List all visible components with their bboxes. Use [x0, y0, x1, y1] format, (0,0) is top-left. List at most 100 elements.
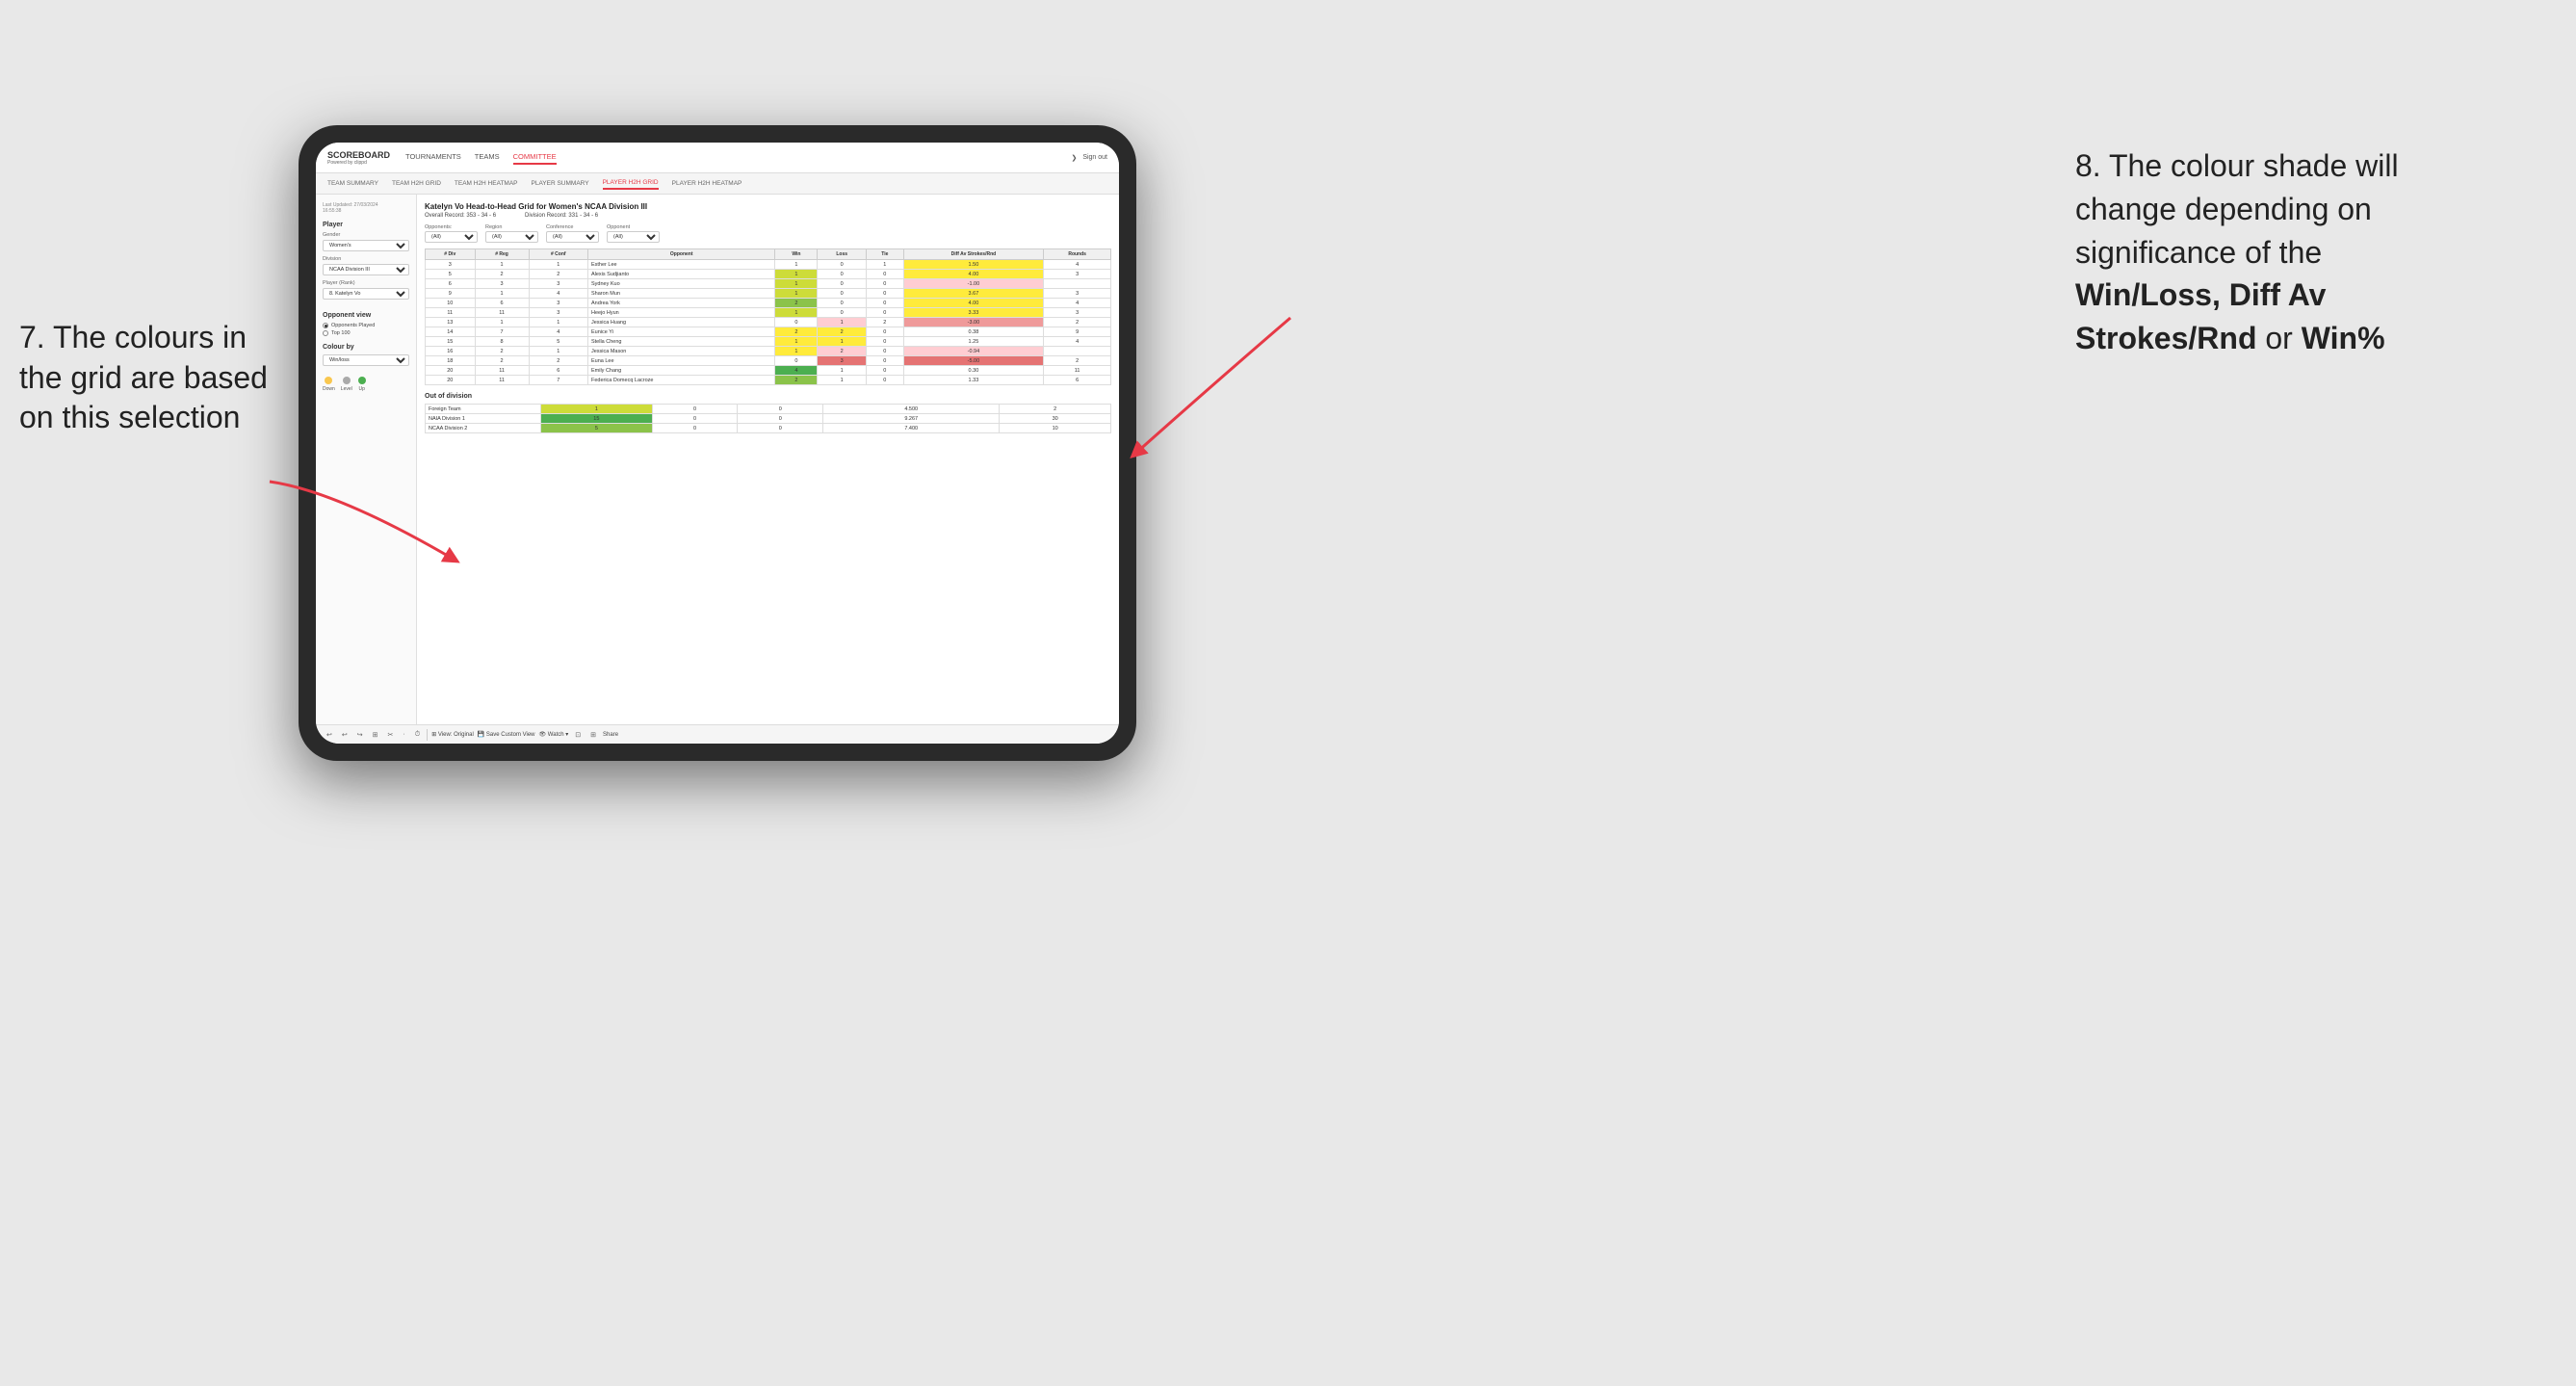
radio-top100[interactable]: Top 100: [323, 330, 409, 336]
logo-text: SCOREBOARD: [327, 150, 390, 160]
filter-conference-select[interactable]: (All): [546, 231, 599, 243]
table-header-row: # Div # Reg # Conf Opponent Win Loss Tie…: [426, 249, 1111, 260]
table-row: 9 1 4 Sharon Mun 1 0 0 3.67 3: [426, 289, 1111, 299]
table-row: 10 6 3 Andrea York 2 0 0 4.00 4: [426, 299, 1111, 308]
th-diff: Diff Av Strokes/Rnd: [903, 249, 1044, 260]
subnav-team-h2h-grid[interactable]: TEAM H2H GRID: [392, 178, 441, 189]
td-opponent: Jessica Mason: [587, 347, 774, 356]
subnav-team-h2h-heatmap[interactable]: TEAM H2H HEATMAP: [455, 178, 518, 189]
td-div: 3: [426, 260, 476, 270]
td-conf: 6: [529, 366, 587, 376]
filter-region-select[interactable]: (All): [485, 231, 538, 243]
td-loss: 1: [818, 318, 867, 327]
toolbar-layout1[interactable]: ⊡: [572, 730, 584, 740]
out-of-division-body: Foreign Team 1 0 0 4.500 2 NAIA Division…: [426, 405, 1111, 433]
toolbar-timer[interactable]: ⏱: [412, 730, 423, 740]
toolbar-save-custom[interactable]: 💾 Save Custom View: [478, 731, 535, 738]
table-row: 11 11 3 Heejo Hyun 1 0 0 3.33 3: [426, 308, 1111, 318]
td-reg: 2: [475, 356, 529, 366]
table-row: 20 11 6 Emily Chang 4 1 0 0.30 11: [426, 366, 1111, 376]
td-reg: 3: [475, 279, 529, 289]
legend-down-dot: [325, 377, 332, 384]
td-diff: 1.25: [903, 337, 1044, 347]
td-div: 16: [426, 347, 476, 356]
td-win: 0: [775, 356, 818, 366]
radio-opponents-played[interactable]: Opponents Played: [323, 323, 409, 328]
td-reg: 1: [475, 318, 529, 327]
record-row: Overall Record: 353 - 34 - 6 Division Re…: [425, 213, 1111, 219]
td-reg: 8: [475, 337, 529, 347]
nav-teams[interactable]: TEAMS: [475, 150, 500, 165]
colour-by-select[interactable]: Win/loss: [323, 354, 409, 366]
toolbar-redo[interactable]: ↪: [354, 730, 366, 740]
subnav-player-h2h-heatmap[interactable]: PLAYER H2H HEATMAP: [672, 178, 742, 189]
td-diff: 0.38: [903, 327, 1044, 337]
nav-tournaments[interactable]: TOURNAMENTS: [405, 150, 461, 165]
td-opponent: NAIA Division 1: [426, 414, 541, 424]
annotation-bold2: Win%: [2302, 321, 2385, 355]
division-select[interactable]: NCAA Division III: [323, 264, 409, 275]
nav-sign-out[interactable]: Sign out: [1082, 154, 1107, 161]
filter-region-label: Region: [485, 224, 538, 230]
td-loss: 1: [818, 366, 867, 376]
opponent-view-title: Opponent view: [323, 312, 409, 319]
subnav-team-summary[interactable]: TEAM SUMMARY: [327, 178, 378, 189]
td-rounds: 3: [1044, 270, 1111, 279]
gender-select[interactable]: Women's: [323, 240, 409, 251]
td-win: 4: [775, 366, 818, 376]
annotation-left-text: 7. The colours in the grid are based on …: [19, 320, 268, 434]
toolbar-grid[interactable]: ⊞: [370, 730, 381, 740]
toolbar-more[interactable]: ·: [400, 730, 407, 739]
filter-opponents-select[interactable]: (All): [425, 231, 478, 243]
td-diff: 0.30: [903, 366, 1044, 376]
filter-opponent-select[interactable]: (All): [607, 231, 660, 243]
td-loss: 0: [652, 414, 738, 424]
th-tie: Tie: [867, 249, 903, 260]
table-row: 3 1 1 Esther Lee 1 0 1 1.50 4: [426, 260, 1111, 270]
toolbar-view-original[interactable]: ⊞ View: Original: [431, 731, 474, 738]
td-conf: 4: [529, 327, 587, 337]
td-opponent: Sharon Mun: [587, 289, 774, 299]
toolbar-undo2[interactable]: ↩: [339, 730, 351, 740]
table-row: 18 2 2 Euna Lee 0 3 0 -5.00 2: [426, 356, 1111, 366]
nav-committee[interactable]: COMMITTEE: [513, 150, 557, 165]
filter-conference: Conference (All): [546, 224, 599, 243]
table-row: 15 8 5 Stella Cheng 1 1 0 1.25 4: [426, 337, 1111, 347]
td-diff: -3.00: [903, 318, 1044, 327]
gender-label: Gender: [323, 232, 409, 238]
td-win: 1: [541, 405, 653, 414]
th-win: Win: [775, 249, 818, 260]
td-tie: 1: [867, 260, 903, 270]
toolbar-undo[interactable]: ↩: [324, 730, 335, 740]
td-conf: 4: [529, 289, 587, 299]
td-rounds: 11: [1044, 366, 1111, 376]
toolbar-cut[interactable]: ✂: [385, 730, 397, 740]
nav-bar: SCOREBOARD Powered by clippd TOURNAMENTS…: [316, 143, 1119, 173]
subnav-player-h2h-grid[interactable]: PLAYER H2H GRID: [603, 177, 659, 190]
td-loss: 2: [818, 347, 867, 356]
legend-down: Down: [323, 377, 335, 392]
toolbar-watch[interactable]: 👁 Watch ▾: [539, 731, 569, 738]
td-reg: 11: [475, 376, 529, 385]
td-rounds: 4: [1044, 260, 1111, 270]
last-updated: Last Updated: 27/03/2024 16:55:38: [323, 202, 409, 214]
player-rank-select[interactable]: 8. Katelyn Vo: [323, 288, 409, 300]
logo-sub: Powered by clippd: [327, 160, 390, 166]
td-loss: 2: [818, 327, 867, 337]
toolbar-layout2[interactable]: ⊞: [587, 730, 599, 740]
subnav-player-summary[interactable]: PLAYER SUMMARY: [532, 178, 589, 189]
td-opponent: Emily Chang: [587, 366, 774, 376]
colour-by-title: Colour by: [323, 344, 409, 351]
legend-down-label: Down: [323, 386, 335, 392]
toolbar-share[interactable]: Share: [603, 732, 618, 738]
legend-up: Up: [358, 377, 366, 392]
arrow-right: [1107, 299, 1300, 491]
td-tie: 0: [867, 289, 903, 299]
td-rounds: 30: [1000, 414, 1111, 424]
td-rounds: [1044, 279, 1111, 289]
overall-record: Overall Record: 353 - 34 - 6: [425, 213, 496, 219]
td-reg: 11: [475, 308, 529, 318]
td-conf: 3: [529, 279, 587, 289]
td-div: 18: [426, 356, 476, 366]
td-opponent: Stella Cheng: [587, 337, 774, 347]
